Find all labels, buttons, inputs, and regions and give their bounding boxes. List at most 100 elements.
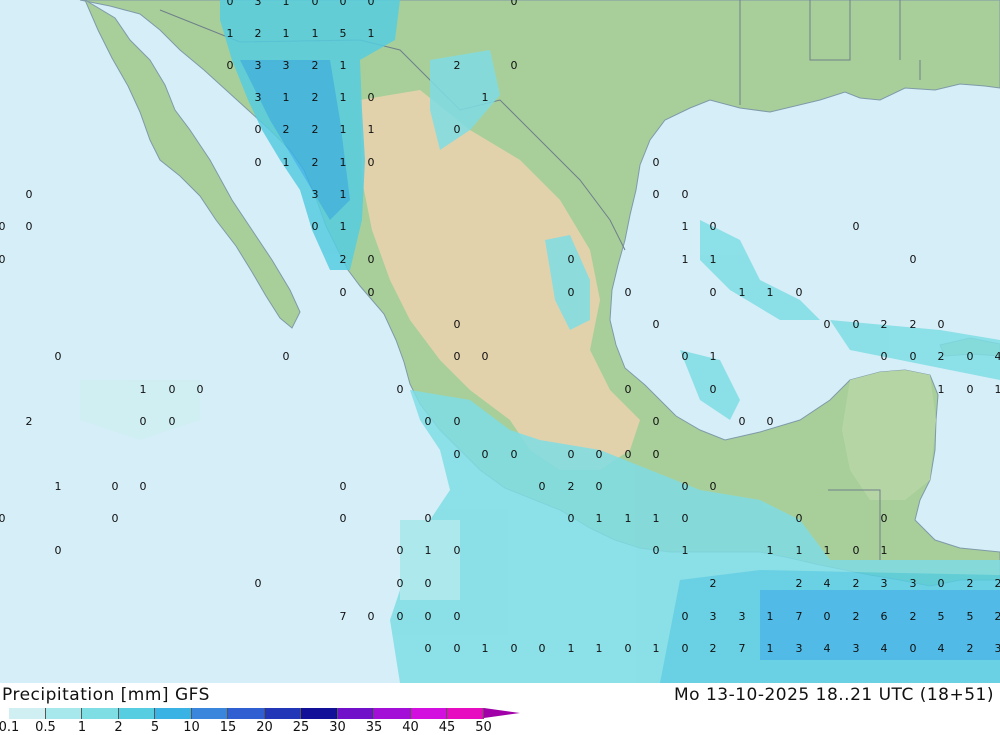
map-footer: Precipitation [mm] GFS Mo 13-10-2025 18.… bbox=[0, 683, 1000, 733]
precip-value: 1 bbox=[767, 544, 774, 557]
precip-value: 0 bbox=[312, 220, 319, 233]
precip-value: 0 bbox=[26, 220, 33, 233]
precip-value: 2 bbox=[995, 610, 1000, 623]
precip-value: 2 bbox=[910, 610, 917, 623]
legend-bar bbox=[9, 708, 484, 719]
precip-value: 2 bbox=[454, 59, 461, 72]
legend-swatch bbox=[265, 708, 302, 719]
precipitation-map: 0 3 1 0 0 0 0 1 2 1 1 5 1 0 3 3 2 1 2 0 … bbox=[0, 0, 1000, 683]
precip-value: 1 bbox=[283, 156, 290, 169]
precip-value: 1 bbox=[767, 642, 774, 655]
precip-value: 0 bbox=[796, 286, 803, 299]
legend-swatch bbox=[155, 708, 192, 719]
precip-value: 0 bbox=[255, 123, 262, 136]
precip-value: 0 bbox=[368, 156, 375, 169]
precip-value: 0 bbox=[140, 415, 147, 428]
precip-value: 0 bbox=[454, 350, 461, 363]
precip-value: 0 bbox=[710, 480, 717, 493]
precip-value: 0 bbox=[881, 350, 888, 363]
precip-value: 0 bbox=[397, 383, 404, 396]
precip-value: 2 bbox=[340, 253, 347, 266]
legend-swatch bbox=[119, 708, 156, 719]
precip-value: 1 bbox=[283, 27, 290, 40]
precip-value: 1 bbox=[340, 59, 347, 72]
precip-value: 1 bbox=[312, 27, 319, 40]
precip-value: 4 bbox=[881, 642, 888, 655]
precip-value: 4 bbox=[824, 577, 831, 590]
precip-value: 1 bbox=[653, 512, 660, 525]
precip-value: 0 bbox=[368, 253, 375, 266]
precip-value: 0 bbox=[112, 512, 119, 525]
legend-swatch bbox=[192, 708, 229, 719]
legend-title-row: Precipitation [mm] GFS bbox=[2, 685, 210, 705]
precip-value: 5 bbox=[938, 610, 945, 623]
precip-value: 0 bbox=[169, 383, 176, 396]
precip-value: 0 bbox=[511, 448, 518, 461]
legend-swatch bbox=[228, 708, 265, 719]
precip-value: 2 bbox=[312, 59, 319, 72]
precip-value: 1 bbox=[796, 544, 803, 557]
precip-value: 0 bbox=[340, 0, 347, 8]
precip-value: 0 bbox=[853, 318, 860, 331]
precip-value: 0 bbox=[682, 188, 689, 201]
precip-value: 0 bbox=[511, 0, 518, 8]
precip-value: 0 bbox=[368, 91, 375, 104]
precip-value: 2 bbox=[283, 123, 290, 136]
precip-value: 2 bbox=[910, 318, 917, 331]
precip-value: 0 bbox=[227, 59, 234, 72]
precip-value: 0 bbox=[283, 350, 290, 363]
precip-value: 5 bbox=[340, 27, 347, 40]
precip-value: 0 bbox=[824, 318, 831, 331]
precip-value: 1 bbox=[568, 642, 575, 655]
precip-value: 2 bbox=[255, 27, 262, 40]
precip-value: 4 bbox=[824, 642, 831, 655]
precip-value: 2 bbox=[710, 577, 717, 590]
precip-value: 3 bbox=[255, 0, 262, 8]
precip-value: 0 bbox=[625, 642, 632, 655]
precip-value: 0 bbox=[625, 448, 632, 461]
precip-value: 0 bbox=[653, 544, 660, 557]
valid-time: Mo 13-10-2025 18..21 UTC (18+51) bbox=[674, 685, 994, 705]
precip-value: 0 bbox=[824, 610, 831, 623]
precip-value: 0 bbox=[596, 448, 603, 461]
precip-value: 2 bbox=[568, 480, 575, 493]
precip-value: 0 bbox=[255, 156, 262, 169]
precip-value: 0 bbox=[425, 642, 432, 655]
legend-swatch bbox=[411, 708, 448, 719]
precip-value: 0 bbox=[568, 448, 575, 461]
precip-value: 6 bbox=[881, 610, 888, 623]
legend-title: Precipitation [mm] bbox=[2, 685, 169, 705]
precip-value: 0 bbox=[653, 188, 660, 201]
precip-value: 3 bbox=[881, 577, 888, 590]
precip-value: 0 bbox=[653, 156, 660, 169]
precip-value: 0 bbox=[625, 286, 632, 299]
precip-value: 1 bbox=[682, 253, 689, 266]
precip-value: 3 bbox=[255, 91, 262, 104]
precip-value: 0 bbox=[197, 383, 204, 396]
precip-value: 3 bbox=[995, 642, 1000, 655]
precip-value: 1 bbox=[995, 383, 1000, 396]
precip-value: 1 bbox=[710, 253, 717, 266]
precip-value: 3 bbox=[739, 610, 746, 623]
precip-value: 0 bbox=[682, 642, 689, 655]
precip-value: 3 bbox=[853, 642, 860, 655]
precip-value: 0 bbox=[0, 253, 6, 266]
precip-value: 0 bbox=[454, 448, 461, 461]
legend-swatch bbox=[374, 708, 411, 719]
precip-value: 0 bbox=[739, 415, 746, 428]
precip-value: 0 bbox=[539, 642, 546, 655]
precip-value: 1 bbox=[340, 220, 347, 233]
precip-value: 1 bbox=[368, 27, 375, 40]
legend-swatch bbox=[46, 708, 83, 719]
precip-value: 1 bbox=[767, 286, 774, 299]
precip-value: 1 bbox=[425, 544, 432, 557]
precip-value: 0 bbox=[967, 350, 974, 363]
legend-swatch bbox=[82, 708, 119, 719]
precip-value: 0 bbox=[454, 642, 461, 655]
precip-value: 0 bbox=[938, 577, 945, 590]
precip-value: 0 bbox=[568, 286, 575, 299]
precip-value: 1 bbox=[682, 544, 689, 557]
precip-value: 0 bbox=[425, 577, 432, 590]
precip-value: 4 bbox=[938, 642, 945, 655]
precip-value: 0 bbox=[910, 350, 917, 363]
